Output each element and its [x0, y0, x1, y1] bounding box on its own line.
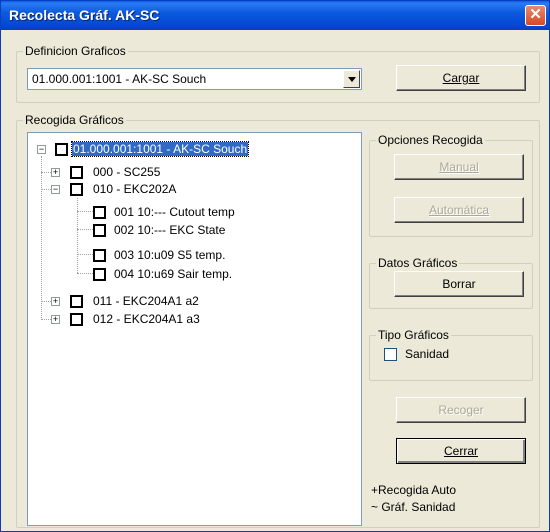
tree-node-011-checkbox[interactable] [70, 295, 83, 308]
cerrar-button[interactable]: Cerrar [396, 438, 526, 464]
cargar-button[interactable]: Cargar [396, 65, 526, 91]
tree-node-010-label: 010 - EKC202A [93, 182, 177, 196]
tree-node-root[interactable]: − 01.000.001:1001 - AK-SC Souch [28, 141, 358, 157]
expand-icon[interactable]: + [51, 168, 60, 177]
opciones-recogida-legend: Opciones Recogida [376, 133, 485, 147]
tree-node-001-checkbox[interactable] [93, 206, 106, 219]
window-title: Recolecta Gráf. AK-SC [9, 7, 160, 23]
collapse-icon[interactable]: − [37, 145, 46, 154]
tree-node-012-checkbox[interactable] [70, 313, 83, 326]
tree-node-001-label: 001 10:--- Cutout temp [114, 205, 235, 219]
datos-graficos-legend: Datos Gráficos [376, 256, 460, 270]
sanidad-label: Sanidad [405, 347, 450, 361]
chevron-down-icon[interactable] [343, 70, 360, 88]
tree-node-root-label: 01.000.001:1001 - AK-SC Souch [70, 141, 250, 157]
close-button[interactable]: ✕ [525, 5, 546, 26]
tree-node-004[interactable]: 004 10:u69 Sair temp. [28, 266, 358, 282]
sanidad-checkbox[interactable] [384, 348, 397, 361]
tree-node-003-checkbox[interactable] [93, 249, 106, 262]
tree-node-000-label: 000 - SC255 [93, 165, 161, 179]
tree-node-011[interactable]: + 011 - EKC204A1 a2 [28, 293, 358, 309]
tree-node-012[interactable]: + 012 - EKC204A1 a3 [28, 311, 358, 327]
borrar-button[interactable]: Borrar [394, 271, 524, 297]
expand-icon[interactable]: + [51, 315, 60, 324]
tree-node-002-checkbox[interactable] [93, 224, 106, 237]
tree-node-010[interactable]: − 010 - EKC202A [28, 181, 358, 197]
tree-node-011-label: 011 - EKC204A1 a2 [93, 294, 199, 308]
tree-node-004-checkbox[interactable] [93, 268, 106, 281]
cerrar-label: Cerrar [443, 444, 478, 458]
note-recogida-auto: +Recogida Auto [371, 483, 457, 497]
collapse-icon[interactable]: − [51, 185, 60, 194]
tree-node-004-label: 004 10:u69 Sair temp. [114, 267, 233, 281]
automatica-label: Automática [428, 203, 490, 217]
manual-button[interactable]: Manual [394, 154, 524, 180]
tree-node-root-checkbox[interactable] [55, 143, 68, 156]
tree-node-002[interactable]: 002 10:--- EKC State [28, 222, 358, 238]
borrar-label: Borrar [442, 277, 476, 291]
note-graf-sanidad: ~ Gráf. Sanidad [371, 500, 456, 514]
definicion-select[interactable]: 01.000.001:1001 - AK-SC Souch [27, 68, 362, 90]
recoger-button[interactable]: Recoger [396, 397, 526, 423]
tree-node-003-label: 003 10:u09 S5 temp. [114, 248, 226, 262]
tree-node-000[interactable]: + 000 - SC255 [28, 164, 358, 180]
tree-node-002-label: 002 10:--- EKC State [114, 223, 226, 237]
title-bar[interactable]: Recolecta Gráf. AK-SC ✕ [1, 1, 549, 30]
recogida-graficos-legend: Recogida Gráficos [23, 113, 126, 127]
tree-node-012-label: 012 - EKC204A1 a3 [93, 312, 200, 326]
dialog-window: Recolecta Gráf. AK-SC ✕ Definicion Grafi… [0, 0, 550, 532]
definicion-graficos-legend: Definicion Graficos [23, 44, 128, 58]
tree-node-003[interactable]: 003 10:u09 S5 temp. [28, 247, 358, 263]
manual-label: Manual [439, 160, 479, 174]
tree-node-010-checkbox[interactable] [70, 183, 83, 196]
tree-node-001[interactable]: 001 10:--- Cutout temp [28, 204, 358, 220]
tree-node-000-checkbox[interactable] [70, 166, 83, 179]
expand-icon[interactable]: + [51, 297, 60, 306]
automatica-button[interactable]: Automática [394, 197, 524, 223]
tipo-graficos-legend: Tipo Gráficos [376, 328, 451, 342]
recoger-label: Recoger [438, 403, 484, 417]
definicion-select-value: 01.000.001:1001 - AK-SC Souch [32, 72, 207, 86]
graficos-tree[interactable]: − 01.000.001:1001 - AK-SC Souch + 000 - … [27, 132, 362, 526]
cargar-label: Cargar [442, 71, 480, 85]
